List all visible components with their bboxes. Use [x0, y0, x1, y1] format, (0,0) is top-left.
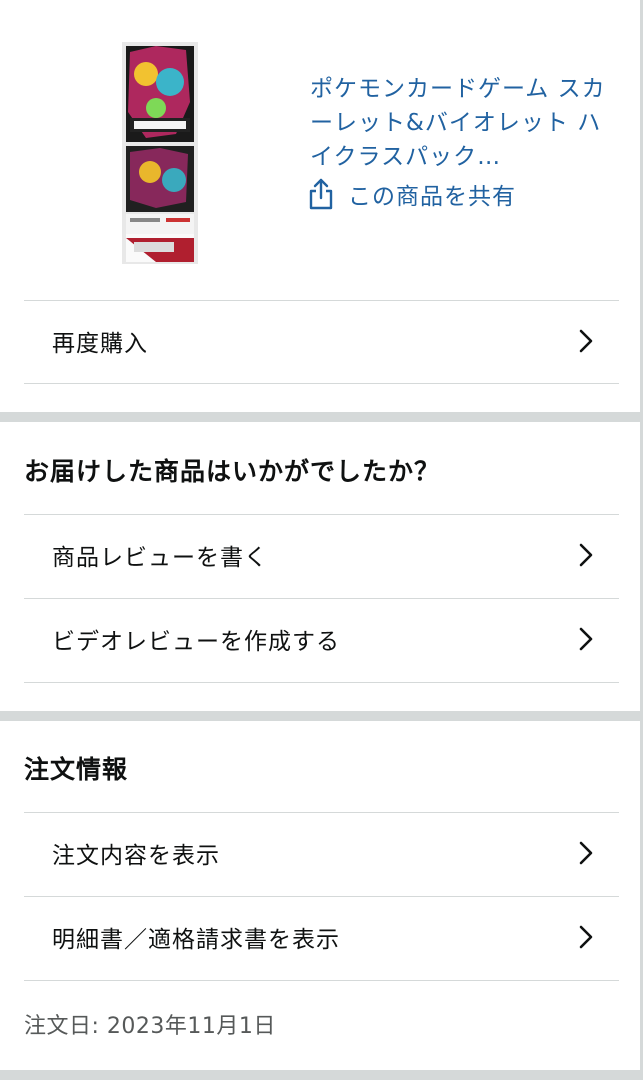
- video-review-row[interactable]: ビデオレビューを作成する: [24, 598, 619, 680]
- buy-again-row[interactable]: 再度購入: [24, 300, 619, 382]
- write-review-label: 商品レビューを書く: [52, 545, 268, 571]
- chevron-right-icon: [575, 328, 597, 354]
- video-review-label: ビデオレビューを作成する: [52, 629, 340, 655]
- share-label: この商品を共有: [348, 184, 516, 210]
- view-order-row[interactable]: 注文内容を表示: [24, 812, 619, 894]
- order-detail-page: ポケモンカードゲーム スカーレット&バイオレット ハイクラスパック… この商品を…: [0, 0, 643, 1080]
- chevron-right-icon: [575, 542, 597, 568]
- chevron-right-icon: [575, 626, 597, 652]
- divider: [24, 383, 619, 384]
- view-order-label: 注文内容を表示: [52, 843, 220, 869]
- product-title-link[interactable]: ポケモンカードゲーム スカーレット&バイオレット ハイクラスパック…: [310, 72, 610, 174]
- order-date: 注文日: 2023年11月1日: [24, 1014, 276, 1039]
- divider: [24, 682, 619, 683]
- write-review-row[interactable]: 商品レビューを書く: [24, 514, 619, 596]
- section-separator: [0, 412, 640, 422]
- divider: [24, 980, 619, 981]
- product-image[interactable]: [116, 42, 204, 264]
- buy-again-label: 再度購入: [52, 331, 148, 357]
- order-section-heading: 注文情報: [24, 755, 129, 784]
- review-section-heading: お届けした商品はいかがでしたか？: [24, 457, 441, 486]
- section-separator: [0, 711, 640, 721]
- chevron-right-icon: [575, 840, 597, 866]
- product-summary: ポケモンカードゲーム スカーレット&バイオレット ハイクラスパック… この商品を…: [0, 0, 643, 300]
- section-separator: [0, 1070, 640, 1080]
- view-invoice-row[interactable]: 明細書／適格請求書を表示: [24, 896, 619, 978]
- share-product-link[interactable]: この商品を共有: [308, 176, 516, 212]
- view-invoice-label: 明細書／適格請求書を表示: [52, 927, 340, 953]
- share-icon: [308, 178, 334, 210]
- chevron-right-icon: [575, 924, 597, 950]
